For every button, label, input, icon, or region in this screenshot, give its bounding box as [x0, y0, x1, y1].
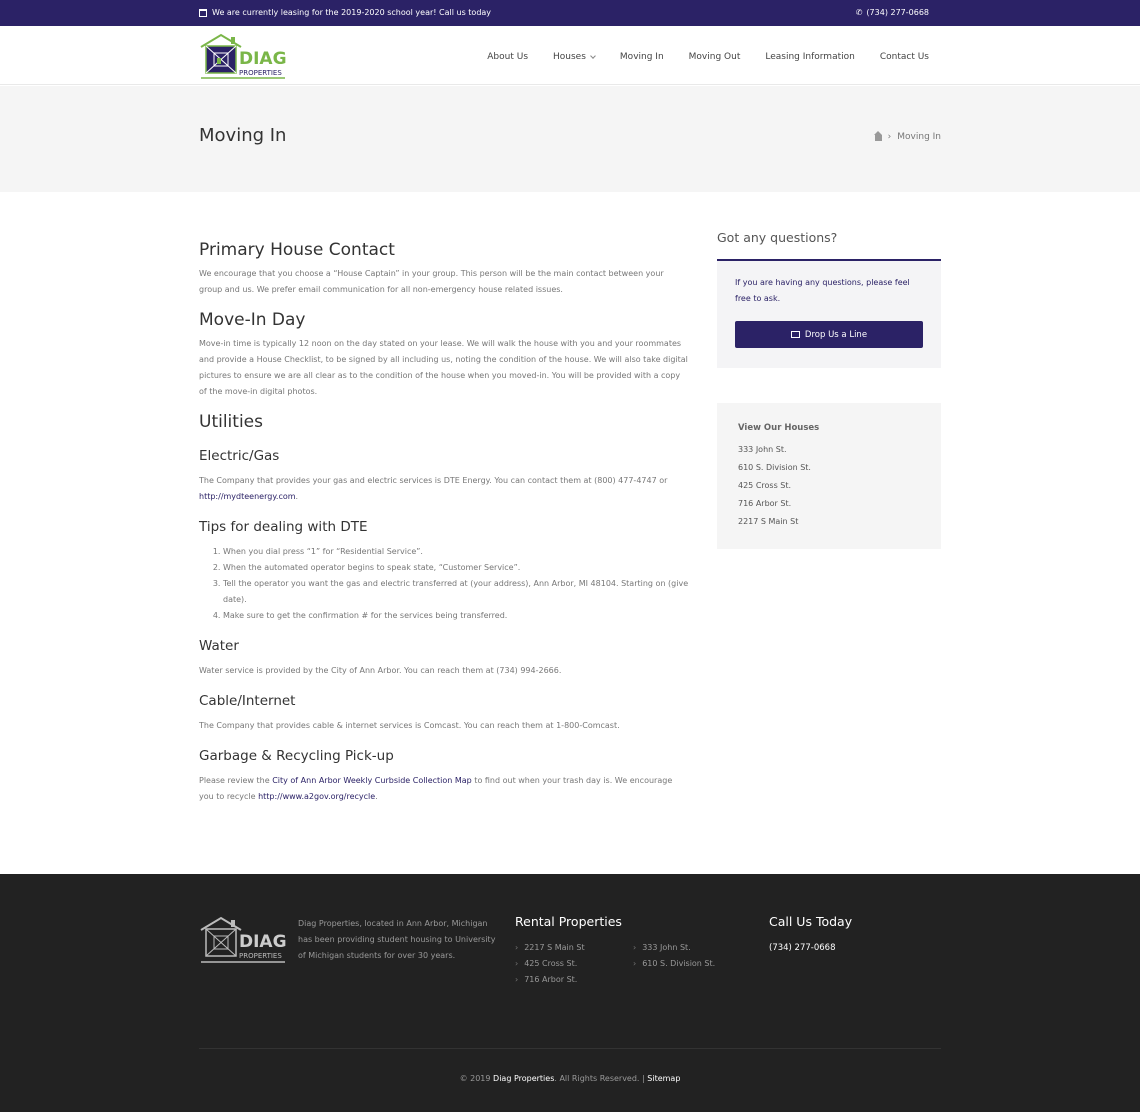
breadcrumb-separator: ›: [887, 132, 892, 142]
site-logo[interactable]: DIAG PROPERTIES: [199, 31, 287, 79]
list-item: When you dial press “1” for “Residential…: [223, 544, 689, 560]
footer-rental-link[interactable]: 425 Cross St.: [515, 959, 633, 968]
footer-logo-text-main: DIAG: [239, 932, 287, 952]
electric-text-end: .: [295, 492, 299, 501]
nav-about-us[interactable]: About Us: [487, 52, 528, 62]
footer-phone[interactable]: (734) 277-0668: [769, 943, 852, 953]
garbage-text-1: Please review the: [199, 776, 273, 785]
site-footer: DIAG PROPERTIES Diag Properties, located…: [0, 874, 1140, 1112]
footer-rental-link[interactable]: 2217 S Main St: [515, 943, 633, 952]
house-link[interactable]: 333 John St.: [738, 441, 920, 459]
move-in-text: Move-in time is typically 12 noon on the…: [199, 339, 688, 396]
footer-divider: [199, 1048, 941, 1049]
recycle-link[interactable]: http://www.a2gov.org/recycle: [258, 792, 375, 801]
drop-us-a-line-label: Drop Us a Line: [804, 329, 868, 340]
water-heading: Water: [199, 638, 239, 654]
houses-heading: View Our Houses: [738, 423, 820, 433]
top-bar: We are currently leasing for the 2019-20…: [0, 0, 1140, 26]
breadcrumb-current: Moving In: [897, 132, 941, 142]
electric-text: The Company that provides your gas and e…: [199, 473, 689, 505]
electric-heading: Electric/Gas: [199, 448, 280, 464]
topbar-phone[interactable]: ✆ (734) 277-0668: [856, 8, 929, 17]
drop-us-a-line-button[interactable]: Drop Us a Line: [735, 321, 923, 348]
house-link[interactable]: 2217 S Main St: [738, 513, 920, 531]
copyright-prefix: © 2019: [459, 1074, 494, 1083]
footer-logo[interactable]: DIAG PROPERTIES: [199, 914, 287, 964]
list-item: When the automated operator begins to sp…: [223, 560, 689, 576]
move-in-heading: Move-In Day: [199, 310, 306, 330]
footer-rental-link[interactable]: 610 S. Division St.: [633, 959, 743, 968]
house-link[interactable]: 716 Arbor St.: [738, 495, 920, 513]
questions-text: If you are having any questions, please …: [735, 278, 910, 303]
page-title: Moving In: [199, 125, 287, 146]
questions-box: If you are having any questions, please …: [717, 261, 941, 368]
dte-link[interactable]: http://mydteenergy.com: [199, 492, 296, 501]
envelope-icon: [790, 331, 800, 338]
primary-contact-text: We encourage that you choose a “House Ca…: [199, 269, 664, 294]
houses-widget: View Our Houses 333 John St. 610 S. Divi…: [717, 403, 941, 549]
garbage-text-3: .: [375, 792, 378, 801]
sitemap-link[interactable]: Sitemap: [647, 1074, 680, 1083]
footer-rentals: Rental Properties 2217 S Main St 333 Joh…: [515, 914, 743, 984]
garbage-text: Please review the City of Ann Arbor Week…: [199, 773, 689, 805]
footer-logo-text-sub: PROPERTIES: [239, 952, 282, 960]
nav-moving-out[interactable]: Moving Out: [689, 52, 741, 62]
nav-moving-in[interactable]: Moving In: [620, 52, 664, 62]
footer-call-heading: Call Us Today: [769, 914, 853, 929]
house-link[interactable]: 425 Cross St.: [738, 477, 920, 495]
nav-houses[interactable]: Houses: [553, 52, 596, 62]
logo-text-sub: PROPERTIES: [239, 69, 282, 77]
copyright-middle: . All Rights Reserved. |: [554, 1074, 648, 1083]
cable-heading: Cable/Internet: [199, 693, 296, 709]
collection-map-link[interactable]: City of Ann Arbor Weekly Curbside Collec…: [272, 776, 472, 785]
announcement: We are currently leasing for the 2019-20…: [199, 8, 491, 17]
home-icon[interactable]: [873, 131, 882, 141]
nav-houses-label: Houses: [553, 52, 586, 62]
house-link[interactable]: 610 S. Division St.: [738, 459, 920, 477]
nav-leasing-information[interactable]: Leasing Information: [765, 52, 854, 62]
chevron-down-icon: [590, 52, 596, 59]
list-item: Tell the operator you want the gas and e…: [223, 576, 689, 608]
page-title-band: Moving In › Moving In: [0, 86, 1140, 192]
copyright: © 2019 Diag Properties. All Rights Reser…: [0, 1074, 1140, 1083]
questions-heading: Got any questions?: [717, 230, 941, 261]
copyright-company-link[interactable]: Diag Properties: [493, 1074, 554, 1083]
garbage-heading: Garbage & Recycling Pick-up: [199, 748, 394, 764]
footer-rentals-list: 2217 S Main St 333 John St. 425 Cross St…: [515, 943, 743, 984]
footer-rental-link[interactable]: 333 John St.: [633, 943, 743, 952]
water-text: Water service is provided by the City of…: [199, 666, 562, 675]
site-header: DIAG PROPERTIES About Us Houses Moving I…: [0, 26, 1140, 85]
logo-text-main: DIAG: [239, 49, 287, 69]
calendar-icon: [199, 8, 207, 17]
breadcrumb: › Moving In: [873, 131, 941, 142]
electric-text-body: The Company that provides your gas and e…: [199, 476, 668, 485]
tips-heading: Tips for dealing with DTE: [199, 519, 368, 535]
utilities-heading: Utilities: [199, 412, 263, 432]
announcement-text: We are currently leasing for the 2019-20…: [212, 8, 492, 17]
nav-contact-us[interactable]: Contact Us: [880, 52, 929, 62]
footer-about: Diag Properties, located in Ann Arbor, M…: [298, 919, 496, 960]
questions-widget: Got any questions? If you are having any…: [717, 230, 941, 368]
topbar-phone-number[interactable]: (734) 277-0668: [866, 8, 929, 17]
phone-icon: ✆: [855, 7, 863, 17]
footer-rental-link[interactable]: 716 Arbor St.: [515, 975, 633, 984]
primary-contact-heading: Primary House Contact: [199, 240, 395, 260]
tips-list: When you dial press “1” for “Residential…: [199, 544, 689, 624]
cable-text: The Company that provides cable & intern…: [199, 721, 620, 730]
main-content: Primary House Contact We encourage that …: [199, 240, 689, 805]
main-nav: About Us Houses Moving In Moving Out Lea…: [487, 52, 929, 62]
footer-call: Call Us Today (734) 277-0668: [769, 914, 852, 953]
list-item: Make sure to get the confirmation # for …: [223, 608, 689, 624]
footer-rentals-heading: Rental Properties: [515, 914, 622, 929]
